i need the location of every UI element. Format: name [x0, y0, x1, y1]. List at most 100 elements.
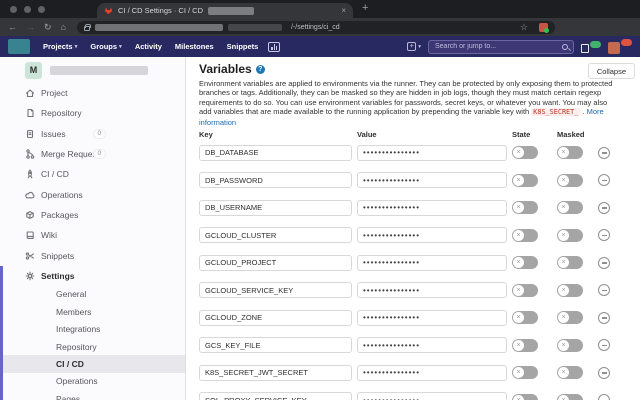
variable-key-input[interactable] [199, 282, 352, 298]
masked-toggle[interactable] [557, 339, 583, 352]
collapse-button[interactable]: Collapse [588, 63, 635, 79]
state-toggle[interactable] [512, 366, 538, 379]
variable-key-input[interactable] [199, 365, 352, 381]
settings-subitem-repository[interactable]: Repository [3, 338, 185, 355]
variable-value-input[interactable] [357, 392, 507, 400]
remove-variable-button[interactable] [598, 147, 610, 159]
rocket-icon [25, 169, 35, 179]
masked-toggle[interactable] [557, 284, 583, 297]
state-toggle[interactable] [512, 229, 538, 242]
variable-value-input[interactable] [357, 365, 507, 381]
analytics-icon[interactable] [268, 42, 280, 52]
remove-variable-button[interactable] [598, 174, 610, 186]
new-menu-dropdown[interactable]: + ▾ [407, 42, 421, 51]
variable-value-input[interactable] [357, 337, 507, 353]
browser-extension-icon[interactable] [539, 23, 548, 32]
variable-key-input[interactable] [199, 392, 352, 400]
remove-variable-button[interactable] [598, 312, 610, 324]
state-toggle[interactable] [512, 256, 538, 269]
state-toggle[interactable] [512, 394, 538, 400]
forward-icon[interactable]: → [26, 23, 35, 32]
settings-subitem-general[interactable]: General [3, 286, 185, 303]
new-tab-button[interactable]: + [362, 2, 368, 14]
variable-key-input[interactable] [199, 337, 352, 353]
navbar-item-milestones[interactable]: Milestones [175, 42, 214, 51]
state-toggle[interactable] [512, 311, 538, 324]
toggle-off-icon [558, 230, 569, 241]
variable-value-input[interactable] [357, 145, 507, 161]
masked-toggle[interactable] [557, 256, 583, 269]
masked-toggle[interactable] [557, 201, 583, 214]
masked-toggle[interactable] [557, 311, 583, 324]
sidebar-item-ci-cd[interactable]: CI / CD [0, 164, 185, 184]
sidebar-item-issues[interactable]: Issues 0 [0, 124, 185, 144]
masked-toggle[interactable] [557, 229, 583, 242]
remove-variable-button[interactable] [598, 202, 610, 214]
sidebar-item-repository[interactable]: Repository [0, 103, 185, 123]
variable-key-input[interactable] [199, 200, 352, 216]
settings-subitem-operations[interactable]: Operations [3, 373, 185, 390]
sidebar-item-merge-requests[interactable]: Merge Requests 0 [0, 144, 185, 164]
sidebar-item-wiki[interactable]: Wiki [0, 225, 185, 245]
remove-variable-button[interactable] [598, 284, 610, 296]
bookmark-star-icon[interactable]: ☆ [520, 22, 528, 33]
sidebar-item-packages[interactable]: Packages [0, 205, 185, 225]
reload-icon[interactable]: ↻ [44, 23, 52, 32]
variable-value-input[interactable] [357, 200, 507, 216]
toggle-off-icon [513, 340, 524, 351]
navbar-item-snippets[interactable]: Snippets [227, 42, 259, 51]
masked-toggle[interactable] [557, 174, 583, 187]
sidebar-item-operations[interactable]: Operations [0, 184, 185, 204]
state-toggle[interactable] [512, 201, 538, 214]
back-icon[interactable]: ← [8, 23, 17, 32]
close-tab-icon[interactable]: × [341, 7, 346, 15]
state-toggle[interactable] [512, 174, 538, 187]
browser-tab[interactable]: CI / CD Settings · CI / CD × [97, 3, 353, 18]
variable-key-input[interactable] [199, 227, 352, 243]
remove-variable-button[interactable] [598, 367, 610, 379]
variable-value-input[interactable] [357, 255, 507, 271]
settings-subitem-members[interactable]: Members [3, 303, 185, 320]
variable-value-input[interactable] [357, 172, 507, 188]
remove-variable-button[interactable] [598, 394, 610, 400]
remove-variable-button[interactable] [598, 339, 610, 351]
settings-subitem-ci-cd[interactable]: CI / CD [3, 355, 185, 372]
variable-key-input[interactable] [199, 310, 352, 326]
settings-subitem-integrations[interactable]: Integrations [3, 320, 185, 337]
value-column-header: Value [357, 130, 512, 139]
user-menu[interactable] [608, 39, 632, 54]
variable-key-input[interactable] [199, 255, 352, 271]
remove-variable-button[interactable] [598, 229, 610, 241]
masked-toggle[interactable] [557, 366, 583, 379]
browser-titlebar: CI / CD Settings · CI / CD × + [0, 0, 640, 18]
navbar-item-activity[interactable]: Activity [135, 42, 162, 51]
masked-toggle[interactable] [557, 146, 583, 159]
search-input[interactable] [429, 41, 573, 53]
variable-key-input[interactable] [199, 172, 352, 188]
masked-toggle[interactable] [557, 394, 583, 400]
remove-variable-button[interactable] [598, 257, 610, 269]
gitlab-logo[interactable] [8, 39, 30, 54]
todos-button[interactable] [581, 41, 601, 53]
variable-value-input[interactable] [357, 310, 507, 326]
settings-subitem-pages[interactable]: Pages [3, 390, 185, 400]
sidebar-item-project[interactable]: Project [0, 83, 185, 103]
address-bar[interactable]: /-/settings/ci_cd ☆ [77, 21, 555, 34]
state-toggle[interactable] [512, 284, 538, 297]
variable-value-input[interactable] [357, 227, 507, 243]
project-header[interactable]: M [0, 57, 185, 83]
sidebar-item-settings[interactable]: Settings [3, 266, 185, 286]
home-icon[interactable]: ⌂ [61, 23, 66, 32]
close-window-button[interactable] [10, 6, 17, 13]
variable-value-input[interactable] [357, 282, 507, 298]
help-icon[interactable]: ? [256, 65, 265, 74]
variable-key-input[interactable] [199, 145, 352, 161]
navbar-item-groups[interactable]: Groups▾ [90, 42, 121, 51]
sidebar-item-snippets[interactable]: Snippets [0, 245, 185, 265]
state-toggle[interactable] [512, 339, 538, 352]
navbar-item-projects[interactable]: Projects▾ [43, 42, 77, 51]
maximize-window-button[interactable] [38, 6, 45, 13]
toggle-off-icon [558, 340, 569, 351]
minimize-window-button[interactable] [24, 6, 31, 13]
state-toggle[interactable] [512, 146, 538, 159]
